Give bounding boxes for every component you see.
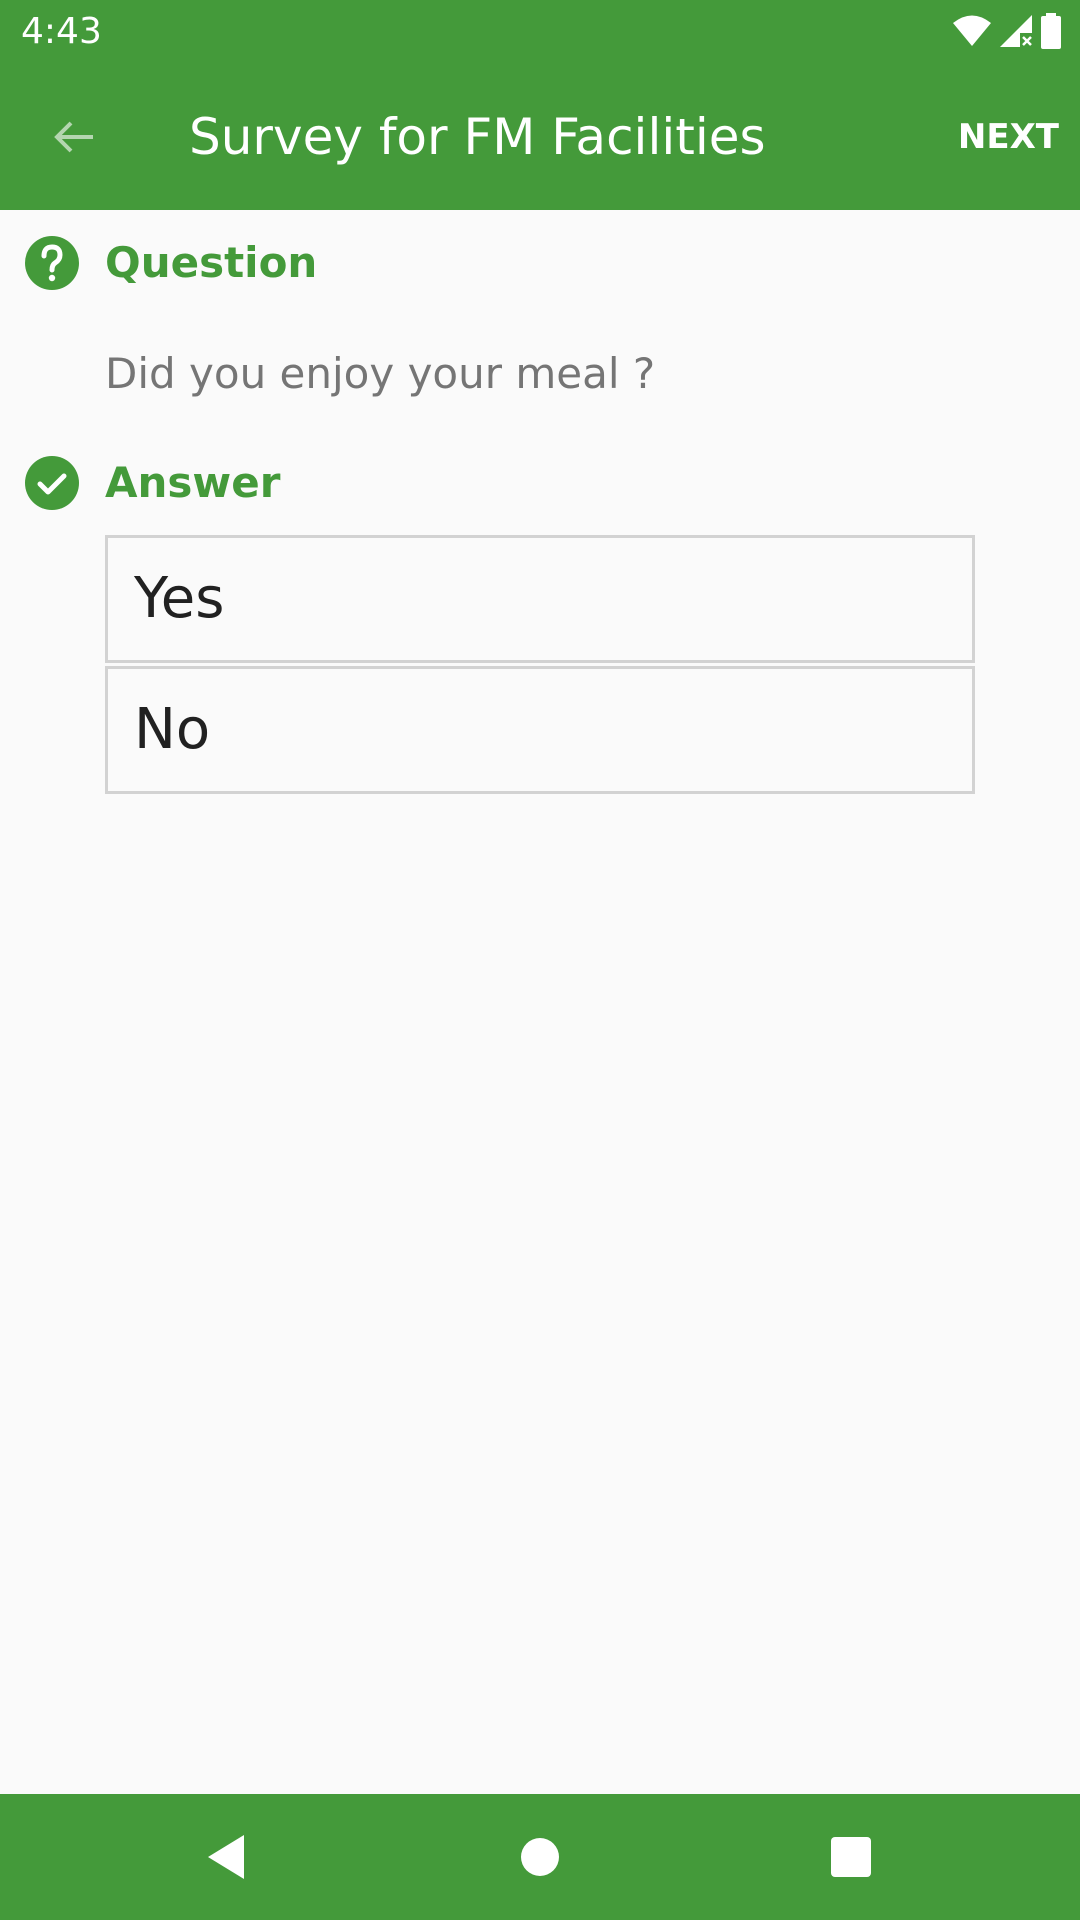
arrow-back-icon (54, 121, 93, 153)
status-bar: 4:43 (0, 0, 1080, 63)
app-bar: Survey for FM Facilities NEXT (0, 63, 1080, 210)
cellular-no-data-icon (1000, 15, 1032, 47)
nav-home-button[interactable] (507, 1824, 573, 1890)
answer-option-no[interactable]: No (105, 666, 975, 794)
page-title: Survey for FM Facilities (189, 108, 766, 166)
answer-heading: Answer (105, 458, 281, 507)
nav-recents-icon (831, 1837, 871, 1877)
nav-home-icon (521, 1838, 559, 1876)
status-icons (952, 12, 1062, 50)
back-button[interactable] (36, 100, 110, 174)
help-circle-icon (25, 236, 79, 290)
status-time: 4:43 (21, 11, 102, 52)
question-heading: Question (105, 238, 318, 287)
question-text: Did you enjoy your meal ? (105, 349, 656, 398)
nav-recents-button[interactable] (818, 1824, 884, 1890)
option-label: Yes (134, 566, 225, 631)
answer-option-yes[interactable]: Yes (105, 535, 975, 663)
check-circle-icon (25, 456, 79, 510)
option-label: No (134, 697, 211, 762)
next-button[interactable]: NEXT (958, 105, 1059, 169)
wifi-icon (953, 15, 991, 46)
system-nav-bar (0, 1794, 1080, 1920)
battery-icon (1041, 13, 1061, 49)
nav-back-button[interactable] (193, 1824, 259, 1890)
nav-back-icon (208, 1835, 244, 1879)
